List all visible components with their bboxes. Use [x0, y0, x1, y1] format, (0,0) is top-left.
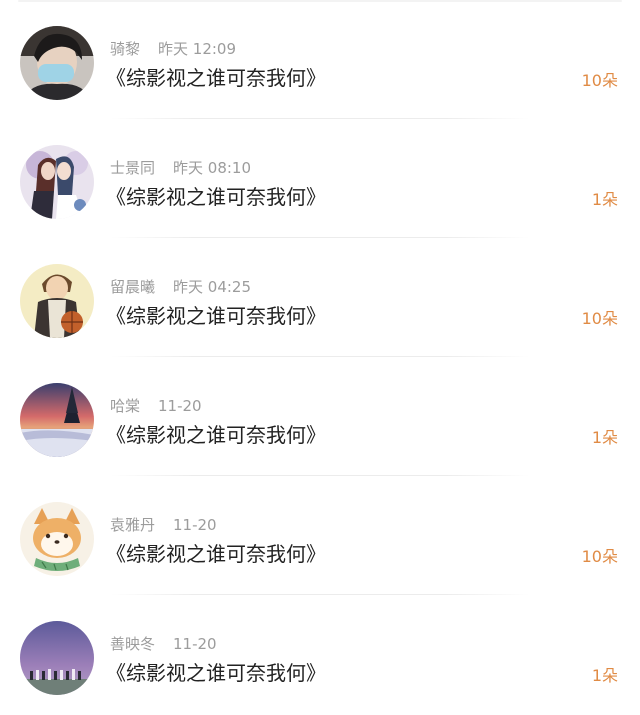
- anime-couple-avatar[interactable]: [20, 145, 94, 219]
- sender-meta: 袁雅丹 11-20: [110, 514, 217, 534]
- purple-sky-group-avatar[interactable]: [20, 621, 94, 695]
- send-time: 11-20: [158, 397, 202, 415]
- sender-meta: 哈棠 11-20: [110, 395, 202, 415]
- send-time: 昨天 12:09: [158, 40, 237, 58]
- list-item[interactable]: 哈棠 11-20 《综影视之谁可奈我何》 1朵: [0, 357, 640, 476]
- send-time: 昨天 08:10: [173, 159, 252, 177]
- book-title[interactable]: 《综影视之谁可奈我何》: [106, 300, 326, 329]
- gift-amount: 1朵: [591, 428, 618, 447]
- anime-basketball-boy-avatar[interactable]: [20, 264, 94, 338]
- gift-record-list: 骑黎昨天 12:09 《综影视之谁可奈我何》 10朵 士景同昨天 08:10: [0, 0, 640, 715]
- gift-amount: 10朵: [581, 547, 618, 566]
- sender-meta: 留晨曦 昨天 04:25: [110, 276, 251, 296]
- gift-amount: 1朵: [591, 190, 618, 209]
- list-item[interactable]: 士景同 昨天 08:10 《综影视之谁可奈我何》 1朵: [0, 119, 640, 238]
- send-time: 昨天 04:25: [173, 278, 252, 296]
- gift-amount: 10朵: [581, 309, 618, 328]
- sender-meta: 善映冬 11-20: [110, 633, 217, 653]
- book-title[interactable]: 《综影视之谁可奈我何》: [106, 419, 326, 448]
- snowy-sunset-avatar[interactable]: [20, 383, 94, 457]
- sender-name[interactable]: 善映冬: [110, 635, 155, 653]
- sender-name[interactable]: 哈棠: [110, 397, 140, 415]
- sender-meta: 士景同 昨天 08:10: [110, 157, 251, 177]
- send-time: 11-20: [173, 635, 217, 653]
- sender-meta: 骑黎 昨天 12:09: [110, 38, 236, 58]
- sender-name[interactable]: 骑黎: [110, 40, 140, 58]
- sender-name[interactable]: 袁雅丹: [110, 516, 155, 534]
- book-title[interactable]: 《综影视之谁可奈我何》: [106, 181, 326, 210]
- list-item[interactable]: 善映冬 11-20 《综影视之谁可奈我何》 1朵: [0, 595, 640, 714]
- book-title[interactable]: 《综影视之谁可奈我何》: [106, 62, 326, 91]
- gift-amount: 1朵: [591, 666, 618, 685]
- list-item[interactable]: 骑黎 昨天 12:09 《综影视之谁可奈我何》 10朵: [0, 0, 640, 119]
- book-title[interactable]: 《综影视之谁可奈我何》: [106, 538, 326, 567]
- book-title[interactable]: 《综影视之谁可奈我何》: [106, 657, 326, 686]
- list-item[interactable]: 留晨曦 昨天 04:25 《综影视之谁可奈我何》 10朵: [0, 238, 640, 357]
- list-item[interactable]: 袁雅丹 11-20 《综影视之谁可奈我何》 10朵: [0, 476, 640, 595]
- sender-name[interactable]: 士景同: [110, 159, 155, 177]
- sender-name[interactable]: 留晨曦: [110, 278, 155, 296]
- gift-amount: 10朵: [581, 71, 618, 90]
- masked-person-avatar[interactable]: [20, 26, 94, 100]
- shiba-dog-avatar[interactable]: [20, 502, 94, 576]
- send-time: 11-20: [173, 516, 217, 534]
